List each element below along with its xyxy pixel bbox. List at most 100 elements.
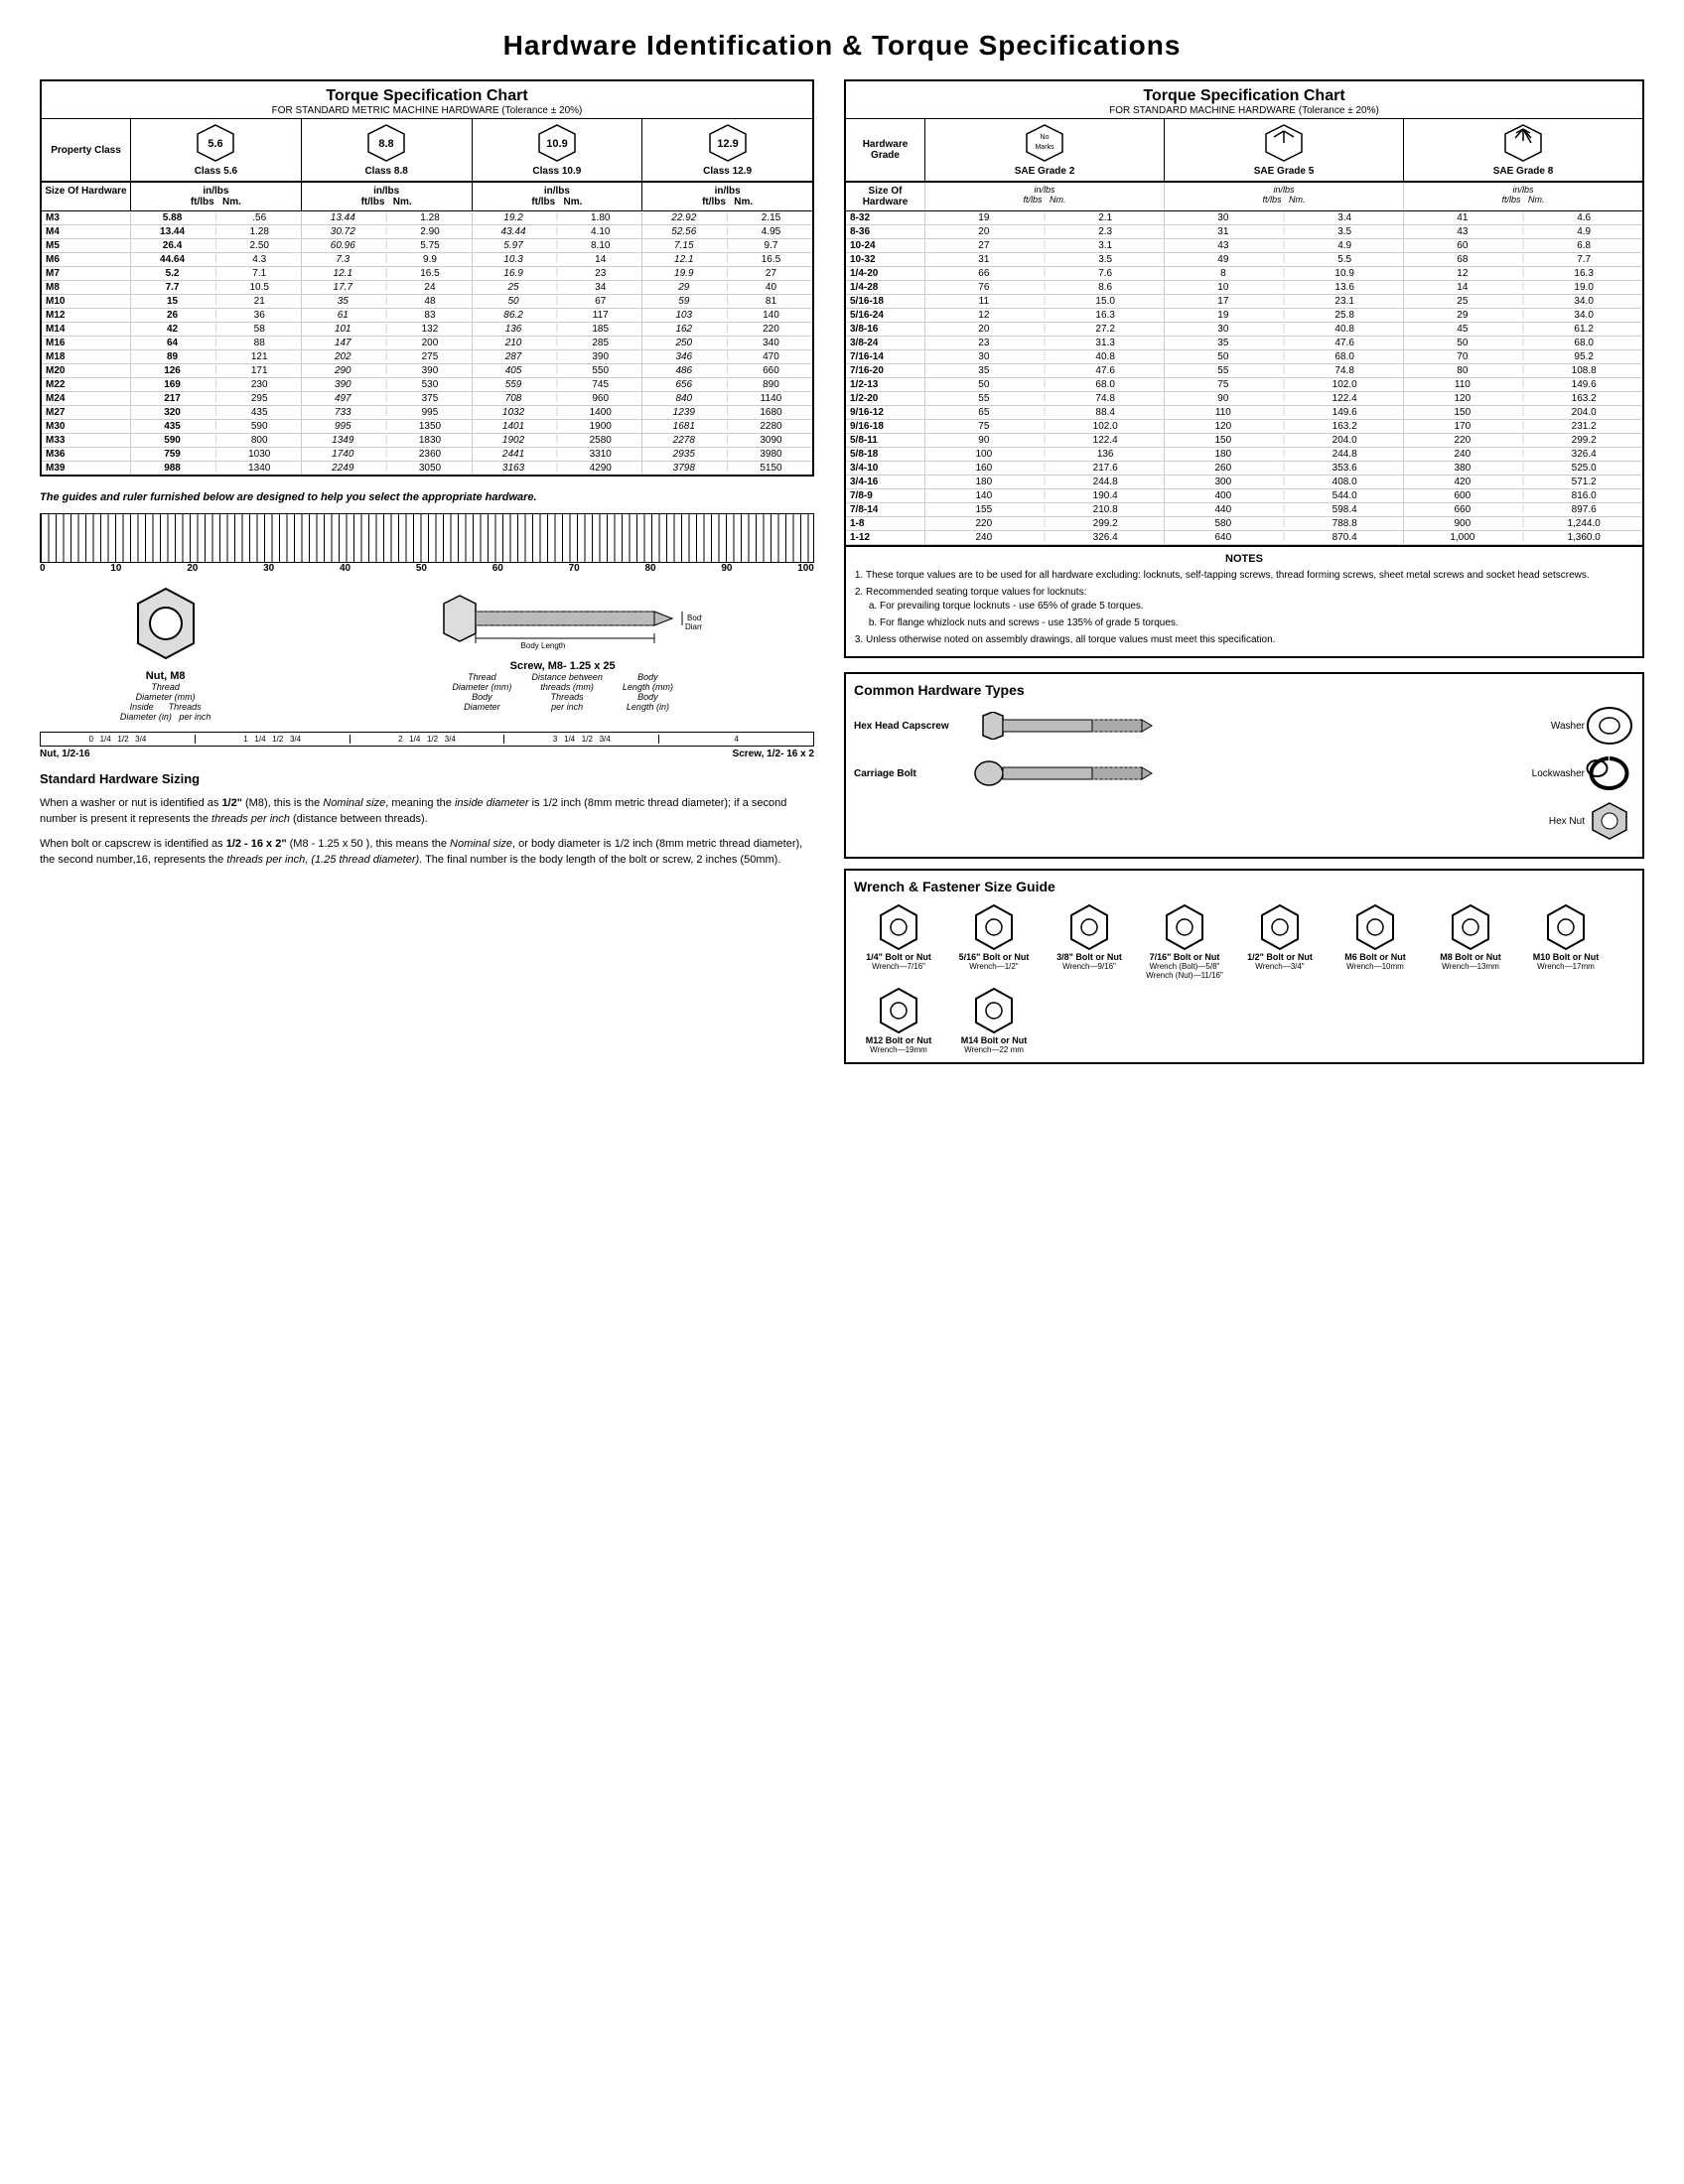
val-cell: 656 | 890	[642, 378, 812, 391]
wrench-item: 1/4" Bolt or Nut Wrench—7/16"	[854, 902, 943, 980]
val-cell: 15 | 21	[131, 295, 302, 308]
svg-text:5.6: 5.6	[209, 138, 223, 150]
wrench-item: M8 Bolt or Nut Wrench—13mm	[1426, 902, 1515, 980]
wrench-item: M10 Bolt or Nut Wrench—17mm	[1521, 902, 1611, 980]
val-cell: 12 | 16.3	[925, 309, 1165, 322]
ruler-10: 10	[110, 563, 121, 574]
val-cell: 7.3 | 9.9	[302, 253, 473, 266]
c88-units: in/lbsft/lbs Nm.	[302, 183, 473, 210]
svg-text:Body Length: Body Length	[520, 641, 565, 650]
val-cell: 380 | 525.0	[1404, 462, 1642, 475]
size-cell: 5/8-11	[846, 434, 925, 447]
table-row: 9/16-18 75 | 102.0 120 | 163.2 170 | 231…	[846, 420, 1642, 434]
ruler-50: 50	[416, 563, 427, 574]
class-12-9-header: 12.9 Class 12.9	[642, 119, 812, 181]
val-cell: 126 | 171	[131, 364, 302, 377]
size-cell: 5/8-18	[846, 448, 925, 461]
property-class-header: Property Class	[42, 119, 131, 181]
val-cell: 147 | 200	[302, 337, 473, 349]
wrench-item-label: 5/16" Bolt or Nut	[959, 952, 1030, 962]
val-cell: 27 | 3.1	[925, 239, 1165, 252]
note-3: Unless otherwise noted on assembly drawi…	[866, 633, 1638, 647]
val-cell: 2935 | 3980	[642, 448, 812, 461]
nut-m8-svg	[126, 584, 206, 663]
table-row: 9/16-12 65 | 88.4 110 | 149.6 150 | 204.…	[846, 406, 1642, 420]
grade-header-row: Hardware Grade No Marks SAE Grade 2	[846, 119, 1642, 183]
screw-label2: Screw, 1/2- 16 x 2	[733, 749, 814, 759]
wrench-item: M6 Bolt or Nut Wrench—10mm	[1331, 902, 1420, 980]
ruler-20: 20	[187, 563, 198, 574]
val-cell: 26 | 36	[131, 309, 302, 322]
val-cell: 17.7 | 24	[302, 281, 473, 294]
ruler-ticks	[41, 514, 813, 562]
wrench-item-sub: Wrench—10mm	[1346, 962, 1404, 971]
val-cell: 162 | 220	[642, 323, 812, 336]
val-cell: 35 | 47.6	[925, 364, 1165, 377]
table-row: 7/8-14 155 | 210.8 440 | 598.4 660 | 897…	[846, 503, 1642, 517]
left-torque-chart: Torque Specification Chart FOR STANDARD …	[40, 79, 814, 477]
val-cell: 68 | 7.7	[1404, 253, 1642, 266]
size-cell: M33	[42, 434, 131, 447]
val-cell: 22.92 | 2.15	[642, 211, 812, 224]
val-cell: 3163 | 4290	[473, 462, 643, 475]
val-cell: 35 | 47.6	[1165, 337, 1404, 349]
val-cell: 45 | 61.2	[1404, 323, 1642, 336]
table-row: 7/8-9 140 | 190.4 400 | 544.0 600 | 816.…	[846, 489, 1642, 503]
inch-labels: Nut, 1/2-16 Screw, 1/2- 16 x 2	[40, 749, 814, 759]
washer-svg	[1585, 706, 1634, 746]
val-cell: 10 | 13.6	[1165, 281, 1404, 294]
hex-nut-row: Hex Nut	[854, 801, 1634, 841]
carriage-bolt-row: Carriage Bolt Lockwasher	[854, 753, 1634, 793]
val-cell: 120 | 163.2	[1404, 392, 1642, 405]
size-cell: M27	[42, 406, 131, 419]
table-row: M14 42 | 58 101 | 132 136 | 185 162 | 22…	[42, 323, 812, 337]
ruler-area: 0 10 20 30 40 50 60 70 80 90 100	[40, 513, 814, 574]
val-cell: 2278 | 3090	[642, 434, 812, 447]
val-cell: 14 | 19.0	[1404, 281, 1642, 294]
val-cell: 29 | 40	[642, 281, 812, 294]
wrench-shape-icon	[1541, 902, 1591, 952]
size-cell: 10-24	[846, 239, 925, 252]
val-cell: 26.4 | 2.50	[131, 239, 302, 252]
ruler-numbers: 0 10 20 30 40 50 60 70 80 90 100	[40, 563, 814, 574]
screw-m8-diagram: Body Diameter Body Length Screw, M8- 1.2…	[311, 584, 814, 712]
val-cell: 708 | 960	[473, 392, 643, 405]
wrench-guide-title: Wrench & Fastener Size Guide	[854, 879, 1634, 894]
inch-1: 1 1/4 1/2 3/4	[196, 735, 351, 744]
val-cell: 25 | 34.0	[1404, 295, 1642, 308]
size-cell: 1-8	[846, 517, 925, 530]
size-cell: 9/16-18	[846, 420, 925, 433]
carriage-bolt-label: Carriage Bolt	[854, 768, 973, 779]
class-10-9-header: 10.9 Class 10.9	[473, 119, 643, 181]
table-row: 10-32 31 | 3.5 49 | 5.5 68 | 7.7	[846, 253, 1642, 267]
inch-3: 3 1/4 1/2 3/4	[504, 735, 659, 744]
table-row: 5/8-18 100 | 136 180 | 244.8 240 | 326.4	[846, 448, 1642, 462]
val-cell: 25 | 34	[473, 281, 643, 294]
inch-2: 2 1/4 1/2 3/4	[351, 735, 505, 744]
wrench-item-sub: Wrench—22 mm	[964, 1045, 1024, 1054]
table-row: M18 89 | 121 202 | 275 287 | 390 346 | 4…	[42, 350, 812, 364]
size-cell: 1-12	[846, 531, 925, 544]
val-cell: 10.3 | 14	[473, 253, 643, 266]
note-1: These torque values are to be used for a…	[866, 569, 1638, 583]
val-cell: 20 | 27.2	[925, 323, 1165, 336]
wrench-shape-icon	[1160, 902, 1209, 952]
wrench-item-sub: Wrench—7/16"	[872, 962, 925, 971]
val-cell: 390 | 530	[302, 378, 473, 391]
carriage-bolt-svg	[973, 759, 1172, 787]
val-cell: 1349 | 1830	[302, 434, 473, 447]
val-cell: 8 | 10.9	[1165, 267, 1404, 280]
size-header-row: Size Of Hardware in/lbsft/lbs Nm. in/lbs…	[42, 183, 812, 211]
size-cell: M6	[42, 253, 131, 266]
val-cell: 30.72 | 2.90	[302, 225, 473, 238]
val-cell: 155 | 210.8	[925, 503, 1165, 516]
val-cell: 17 | 23.1	[1165, 295, 1404, 308]
size-cell: M12	[42, 309, 131, 322]
size-cell: 8-36	[846, 225, 925, 238]
class-12-9-icon: 12.9	[706, 123, 750, 163]
size-label: Size Of Hardware	[42, 183, 131, 210]
val-cell: 42 | 58	[131, 323, 302, 336]
common-hw-title: Common Hardware Types	[854, 682, 1634, 698]
val-cell: 170 | 231.2	[1404, 420, 1642, 433]
wrench-item-sub: Wrench—19mm	[870, 1045, 927, 1054]
